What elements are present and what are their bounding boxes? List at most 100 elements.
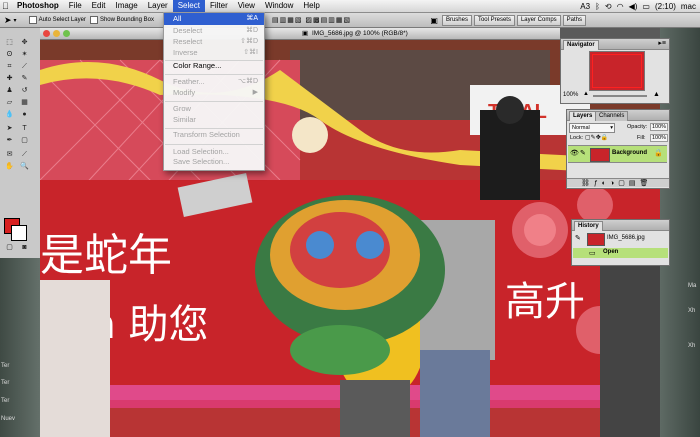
dodge-tool-icon[interactable]: ● xyxy=(20,110,29,119)
move-tool-icon[interactable]: ➤ xyxy=(4,15,12,26)
bounding-box-checkbox[interactable] xyxy=(89,16,98,24)
document-title: IMG_5686.jpg @ 100% (RGB/8*) xyxy=(312,30,408,37)
zoom-tool-icon[interactable]: 🔍 xyxy=(20,162,29,171)
apple-icon[interactable]:  xyxy=(2,1,10,11)
desktop-label: Ma xyxy=(688,283,697,289)
tab-brushes[interactable]: Brushes xyxy=(441,14,472,26)
lock-label: Lock: xyxy=(570,135,584,141)
menu-item-all[interactable]: All ⌘A xyxy=(164,13,264,25)
blend-mode-select[interactable]: Normal ▾ xyxy=(569,123,615,133)
tab-channels[interactable]: Channels xyxy=(595,111,629,121)
battery-icon[interactable]: ▭ xyxy=(642,2,650,11)
menu-item-label: Similar xyxy=(173,115,196,124)
fill-input[interactable]: 100% xyxy=(650,134,669,142)
tool-preset-dropdown[interactable]: ▾ xyxy=(14,17,17,24)
tab-navigator[interactable]: Navigator xyxy=(563,40,599,50)
bluetooth-icon[interactable]: ᛒ xyxy=(595,2,600,11)
tab-paths[interactable]: Paths xyxy=(562,14,586,26)
menu-select[interactable]: Select xyxy=(172,0,205,12)
layer-name[interactable]: Background xyxy=(612,150,647,156)
auto-select-checkbox[interactable] xyxy=(28,16,37,24)
align-buttons[interactable]: ▤▥▦▧ ▨▩▤▥▦▧ xyxy=(272,16,351,24)
tab-history[interactable]: History xyxy=(574,221,603,231)
menu-window[interactable]: Window xyxy=(260,0,298,12)
sync-icon[interactable]: ⟲ xyxy=(605,2,612,11)
menu-item-transform-selection[interactable]: Transform Selection xyxy=(164,129,264,141)
navigator-zoom-value[interactable]: 100% xyxy=(563,92,578,98)
path-selection-icon[interactable]: ➤ xyxy=(5,124,14,133)
menu-item-label: Color Range... xyxy=(173,61,222,70)
history-brush-source-icon[interactable]: ✎ xyxy=(575,234,581,242)
document-title-bar[interactable]: ▣ IMG_5686.jpg @ 100% (RGB/8*) xyxy=(40,28,560,40)
menu-item-color-range[interactable]: Color Range... xyxy=(164,60,264,72)
desktop-label: Ter xyxy=(1,363,10,369)
standard-mode-icon[interactable]: ▢ xyxy=(5,243,14,252)
background-color-swatch[interactable] xyxy=(11,225,27,241)
move-tool-icon[interactable]: ✥ xyxy=(20,38,29,47)
user-name[interactable]: mac xyxy=(681,2,696,11)
tab-layer-comps[interactable]: Layer Comps xyxy=(516,14,561,26)
menu-filter[interactable]: Filter xyxy=(205,0,233,12)
notes-tool-icon[interactable]: ✉ xyxy=(5,150,14,159)
tab-layers[interactable]: Layers xyxy=(569,111,597,121)
layers-tab-bar: Layers Channels xyxy=(567,110,669,121)
auto-select-label: Auto Select Layer xyxy=(38,17,86,23)
desktop-label: Ter xyxy=(1,380,10,386)
opacity-input[interactable]: 100% xyxy=(650,123,669,131)
menu-view[interactable]: View xyxy=(233,0,260,12)
healing-brush-icon[interactable]: ✚ xyxy=(5,74,14,83)
slice-tool-icon[interactable]: ⟋ xyxy=(20,62,29,71)
stamp-tool-icon[interactable]: ♟ xyxy=(5,86,14,95)
desktop-label: Xh xyxy=(688,308,696,314)
magic-wand-icon[interactable]: ✶ xyxy=(20,50,29,59)
palette-well-icon[interactable]: ▣ xyxy=(430,16,438,25)
eye-icon[interactable]: 👁 xyxy=(570,149,579,157)
gradient-tool-icon[interactable]: ▦ xyxy=(20,98,29,107)
fill-label: Fill: xyxy=(637,135,646,141)
zoom-window-icon[interactable] xyxy=(63,30,70,37)
layers-panel: Layers Channels Normal ▾ Opacity: 100% L… xyxy=(566,109,670,189)
panel-menu-icon[interactable]: ▸≡ xyxy=(658,39,666,47)
zoom-out-icon[interactable]: ▲ xyxy=(583,91,589,97)
brush-tool-icon[interactable]: ✎ xyxy=(20,74,29,83)
layers-footer-buttons[interactable]: ⛓ƒ◐◑▢▤🗑 xyxy=(567,178,669,187)
eyedropper-icon[interactable]: ⟋ xyxy=(20,150,29,159)
lock-icons[interactable]: ▢✎✥🔒 xyxy=(585,134,608,141)
hand-tool-icon[interactable]: ✋ xyxy=(5,162,14,171)
wifi-icon[interactable]: ◠ xyxy=(617,2,624,11)
close-window-icon[interactable] xyxy=(43,30,50,37)
menu-item-modify[interactable]: Modify ▶ xyxy=(164,87,264,99)
navigator-thumbnail[interactable] xyxy=(589,51,645,91)
zoom-in-icon[interactable]: ▲ xyxy=(653,91,660,98)
navigator-view-box[interactable] xyxy=(592,54,642,88)
navigator-zoom-slider[interactable] xyxy=(593,95,647,97)
volume-icon[interactable]: ◀) xyxy=(629,2,638,11)
blur-tool-icon[interactable]: 💧 xyxy=(5,110,14,119)
menu-image[interactable]: Image xyxy=(110,0,142,12)
shape-tool-icon[interactable]: ▢ xyxy=(20,136,29,145)
lasso-tool-icon[interactable]: ʘ xyxy=(5,50,14,59)
marquee-tool-icon[interactable]: ⬚ xyxy=(5,38,14,47)
type-tool-icon[interactable]: T xyxy=(20,124,29,133)
quick-mask-icon[interactable]: ◙ xyxy=(20,243,29,252)
crop-tool-icon[interactable]: ⌗ xyxy=(5,62,14,71)
minimize-window-icon[interactable] xyxy=(53,30,60,37)
adobe-icon[interactable]: A3 xyxy=(580,2,590,11)
document-icon: ▣ xyxy=(302,30,309,37)
menu-edit[interactable]: Edit xyxy=(87,0,111,12)
menu-item-label: Modify xyxy=(173,88,196,97)
menu-item-save-selection[interactable]: Save Selection... xyxy=(164,156,264,168)
menu-file[interactable]: File xyxy=(64,0,87,12)
eraser-tool-icon[interactable]: ▱ xyxy=(5,98,14,107)
pen-tool-icon[interactable]: ✒ xyxy=(5,136,14,145)
tab-tool-presets[interactable]: Tool Presets xyxy=(473,14,515,26)
menu-item-inverse[interactable]: Inverse ⇧⌘I xyxy=(164,47,264,59)
menu-layer[interactable]: Layer xyxy=(143,0,173,12)
history-state-row[interactable]: ▭ Open xyxy=(573,248,668,258)
menu-item-similar[interactable]: Similar xyxy=(164,114,264,126)
menu-photoshop[interactable]: Photoshop xyxy=(12,0,64,12)
menu-help[interactable]: Help xyxy=(298,0,324,12)
history-brush-icon[interactable]: ↺ xyxy=(20,86,29,95)
layer-row-background[interactable]: 👁 ✎ Background 🔒 xyxy=(568,145,667,163)
history-snapshot-row[interactable]: ✎ IMG_5686.jpg xyxy=(573,232,668,246)
